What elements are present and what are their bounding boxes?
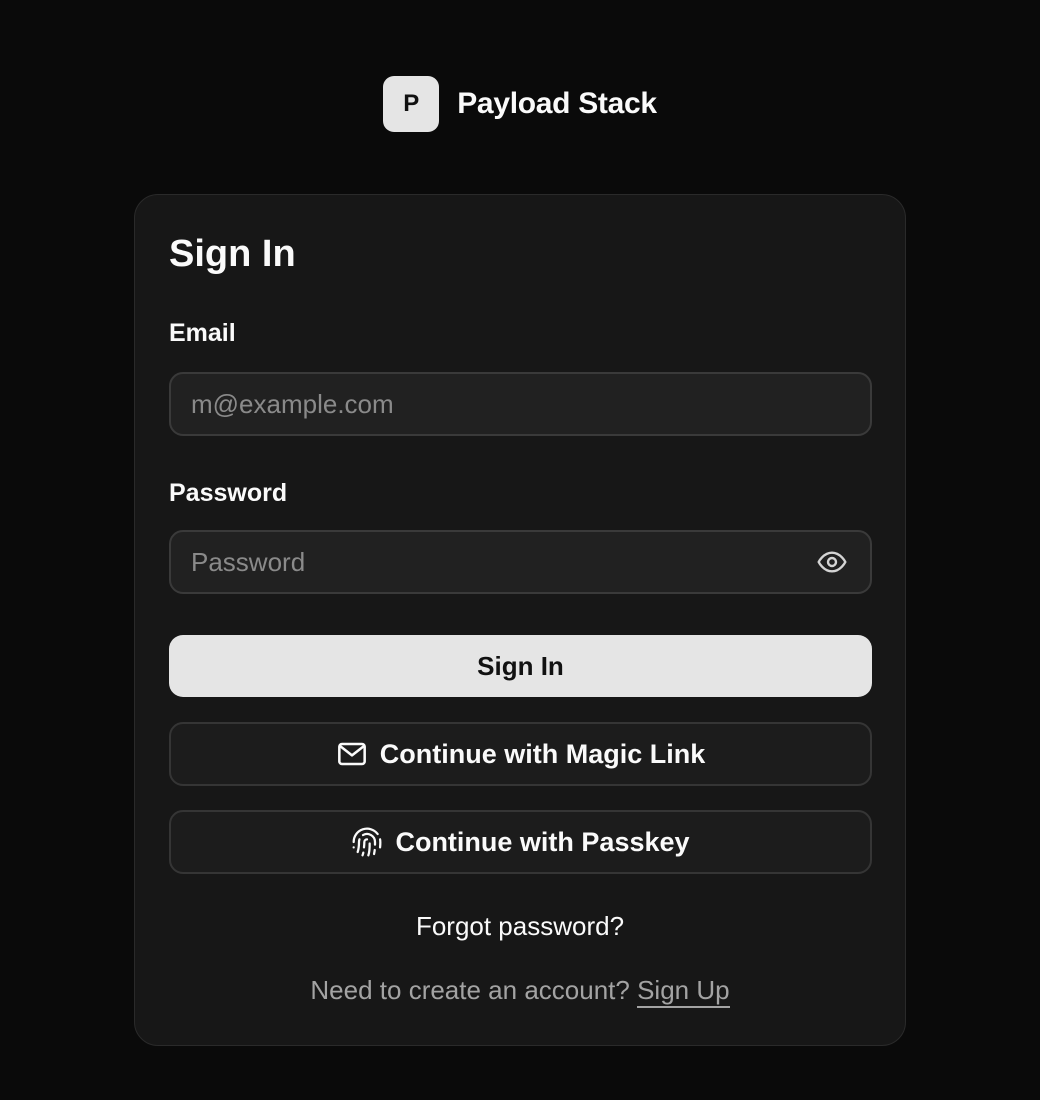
email-input[interactable] bbox=[191, 388, 850, 420]
magic-link-label: Continue with Magic Link bbox=[379, 738, 706, 769]
passkey-label: Continue with Passkey bbox=[395, 826, 690, 857]
passkey-button[interactable]: Continue with Passkey bbox=[169, 810, 872, 874]
mail-icon bbox=[336, 738, 368, 770]
forgot-password-link[interactable]: Forgot password? bbox=[135, 911, 905, 942]
page-title: Sign In bbox=[169, 233, 296, 275]
brand-logo: P bbox=[383, 76, 440, 132]
signin-card: Sign In Email Password Sign In Continue … bbox=[134, 194, 906, 1046]
magic-link-button[interactable]: Continue with Magic Link bbox=[169, 722, 872, 786]
brand-name: Payload Stack bbox=[457, 87, 657, 120]
password-field-wrapper bbox=[169, 530, 872, 594]
password-label: Password bbox=[169, 479, 288, 507]
eye-icon[interactable] bbox=[814, 544, 850, 580]
sign-up-link[interactable]: Sign Up bbox=[637, 975, 730, 1008]
sign-in-button[interactable]: Sign In bbox=[169, 635, 872, 697]
email-label: Email bbox=[169, 319, 236, 347]
fingerprint-icon bbox=[351, 826, 383, 858]
brand-header: P Payload Stack bbox=[0, 76, 1040, 132]
signup-prompt: Need to create an account? bbox=[310, 975, 630, 1005]
signup-row: Need to create an account? Sign Up bbox=[135, 975, 905, 1008]
password-input[interactable] bbox=[191, 546, 814, 578]
email-field-wrapper bbox=[169, 372, 872, 436]
